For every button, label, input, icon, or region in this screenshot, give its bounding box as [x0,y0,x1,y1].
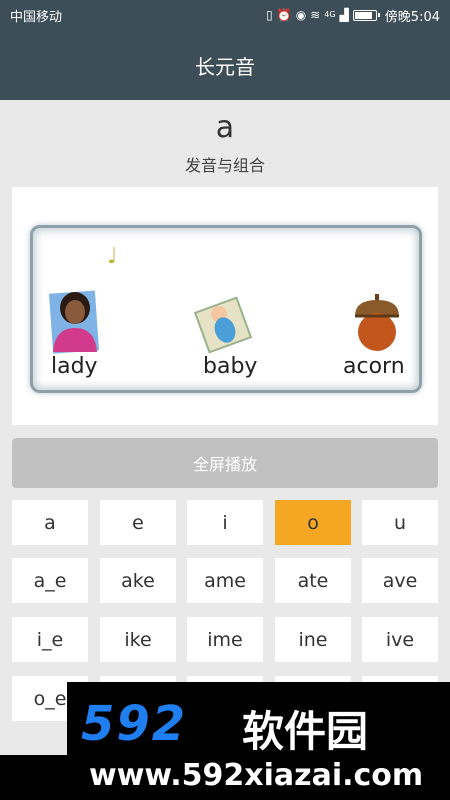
main-content: a 发音与组合 ♩ lady baby acorn 全屏播放 a e i o u… [0,100,450,755]
app-bar: 长元音 [0,30,450,100]
signal-icon: ▟ [339,8,349,22]
key-ike[interactable]: ike [100,617,176,662]
key-u[interactable]: u [362,500,438,545]
vibrate-icon: ▯ [266,8,273,22]
alarm-icon: ⏰ [276,8,292,22]
wifi-icon: ≋ [310,8,321,22]
picture-frame: ♩ lady baby acorn [30,225,422,393]
key-i-e[interactable]: i_e [12,617,88,662]
eye-icon: ◉ [295,8,307,22]
watermark: 592 软件园 www.592xiazai.com [67,682,450,800]
page-title: 长元音 [195,54,255,79]
key-o[interactable]: o [275,500,351,545]
carrier-label: 中国移动 [10,9,63,25]
current-letter: a [215,110,235,145]
key-i[interactable]: i [187,500,263,545]
fullscreen-play-button[interactable]: 全屏播放 [12,438,438,488]
word-baby: baby [203,354,258,379]
lady-illustration [48,290,100,354]
key-a-e[interactable]: a_e [12,558,88,603]
key-ake[interactable]: ake [100,558,176,603]
key-a[interactable]: a [12,500,88,545]
acorn-illustration [355,294,399,351]
key-ame[interactable]: ame [187,558,263,603]
network-type-label: 4G [324,10,336,19]
watermark-logo: 592 [81,696,188,752]
fullscreen-play-label: 全屏播放 [192,455,257,474]
section-subtitle: 发音与组合 [184,156,265,175]
nav-area [0,755,67,800]
music-note-icon[interactable]: ♩ [107,244,117,269]
word-acorn: acorn [343,354,405,379]
picture-card[interactable]: ♩ lady baby acorn [12,187,438,425]
watermark-brand: 软件园 [242,707,369,756]
key-ave[interactable]: ave [362,558,438,603]
battery-icon [352,9,380,21]
key-ine[interactable]: ine [275,617,351,662]
baby-illustration [193,296,253,354]
clock: 傍晚5:04 [384,9,440,25]
key-ate[interactable]: ate [275,558,351,603]
word-lady: lady [51,354,98,379]
key-ime[interactable]: ime [187,617,263,662]
watermark-url: www.592xiazai.com [89,758,424,793]
key-ive[interactable]: ive [362,617,438,662]
status-bar: 中国移动 ▯ ⏰ ◉ ≋ 4G ▟ 傍晚5:04 [0,0,450,30]
status-icons: ▯ ⏰ ◉ ≋ 4G ▟ 傍晚5:04 [266,6,440,25]
key-e[interactable]: e [100,500,176,545]
